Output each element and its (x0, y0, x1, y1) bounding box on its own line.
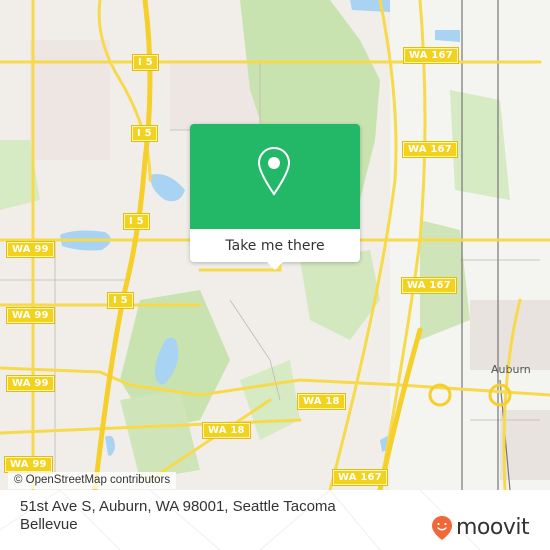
route-shield-wa99: WA 99 (5, 457, 52, 472)
route-shield-i5: I 5 (124, 214, 149, 229)
moovit-logo[interactable]: moovit (431, 515, 530, 541)
map[interactable]: I 5 I 5 I 5 I 5 WA 167 WA 167 WA 167 WA … (0, 0, 550, 490)
route-shield-wa18: WA 18 (203, 423, 250, 438)
route-shield-wa99: WA 99 (7, 376, 54, 391)
route-shield-i5: I 5 (133, 55, 158, 70)
map-attribution[interactable]: © OpenStreetMap contributors (8, 472, 177, 489)
route-shield-wa167: WA 167 (333, 470, 387, 485)
route-shield-wa167: WA 167 (404, 48, 458, 63)
popup-tail (267, 262, 283, 270)
route-shield-wa99: WA 99 (7, 242, 54, 257)
address-text: 51st Ave S, Auburn, WA 98001, Seattle Ta… (20, 498, 336, 533)
route-shield-wa99: WA 99 (7, 308, 54, 323)
route-shield-i5: I 5 (108, 293, 133, 308)
route-shield-wa18: WA 18 (298, 394, 345, 409)
popup-header (190, 124, 360, 229)
route-shield-wa167: WA 167 (403, 142, 457, 157)
moovit-wordmark: moovit (456, 515, 530, 540)
place-label-auburn: Auburn (491, 363, 531, 376)
location-popup: Take me there (190, 124, 360, 270)
moovit-pin-icon (432, 516, 452, 540)
route-shield-wa167: WA 167 (402, 278, 456, 293)
take-me-there-button[interactable]: Take me there (190, 229, 360, 262)
route-shield-i5: I 5 (132, 126, 157, 141)
map-pin-icon (257, 146, 291, 196)
